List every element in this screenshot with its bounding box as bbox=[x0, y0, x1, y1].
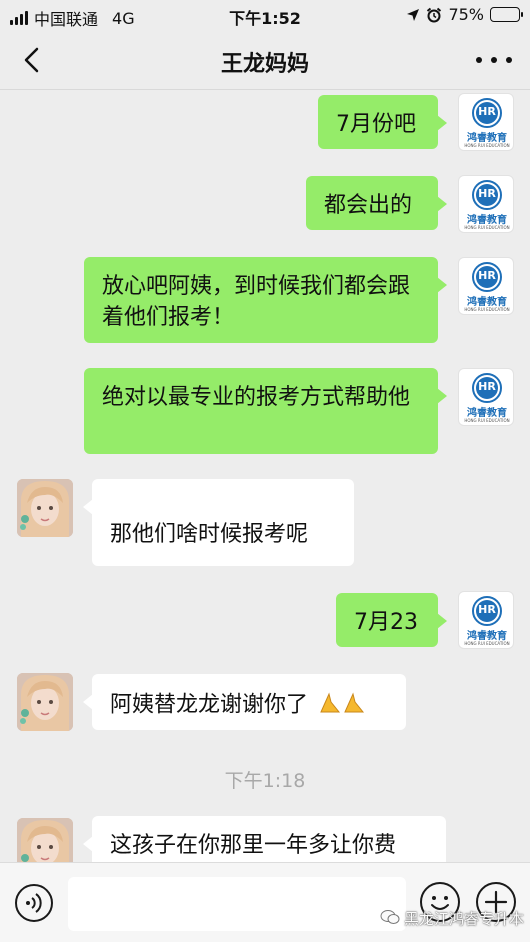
voice-icon[interactable] bbox=[15, 884, 53, 922]
message-text: 那他们啥时候报考呢 bbox=[110, 522, 309, 547]
message-bubble-incoming[interactable]: 阿姨替龙龙谢谢你了 bbox=[83, 674, 406, 730]
message-text: 放心吧阿姨，到时候我们都会跟着他们报考！ bbox=[102, 274, 411, 330]
message-bubble-outgoing[interactable]: 绝对以最专业的报考方式帮助他 bbox=[84, 368, 447, 454]
logo-text: 鸿睿教育 bbox=[467, 133, 507, 144]
logo-subtext: HONG RUI EDUCATION bbox=[464, 307, 510, 312]
folded-hands-icon bbox=[317, 688, 369, 723]
logo-badge: HR bbox=[478, 603, 496, 616]
message-input[interactable] bbox=[68, 877, 406, 931]
battery-icon bbox=[490, 7, 523, 22]
location-arrow-icon bbox=[407, 8, 420, 21]
message-bubble-outgoing[interactable]: 7月23 bbox=[336, 593, 447, 647]
logo-subtext: HONG RUI EDUCATION bbox=[464, 143, 510, 148]
message-text: 阿姨替龙龙谢谢你了 bbox=[110, 692, 309, 718]
message-bubble-outgoing[interactable]: 7月份吧 bbox=[318, 95, 447, 149]
logo-text: 鸿睿教育 bbox=[467, 297, 507, 308]
logo-badge: HR bbox=[478, 269, 496, 282]
input-bar bbox=[0, 862, 530, 942]
logo-subtext: HONG RUI EDUCATION bbox=[464, 641, 510, 646]
alarm-icon bbox=[427, 7, 442, 22]
nav-bar: 王龙妈妈 bbox=[0, 30, 530, 90]
my-avatar[interactable]: HR 鸿睿教育 HONG RUI EDUCATION bbox=[458, 257, 514, 315]
time-divider: 下午1:18 bbox=[224, 770, 306, 792]
message-bubble-outgoing[interactable]: 放心吧阿姨，到时候我们都会跟着他们报考！ bbox=[84, 257, 447, 343]
watermark: 黑龙江鸿睿专升本 bbox=[380, 908, 524, 929]
my-avatar[interactable]: HR 鸿睿教育 HONG RUI EDUCATION bbox=[458, 175, 514, 233]
wechat-icon bbox=[380, 909, 400, 929]
logo-badge: HR bbox=[478, 380, 496, 393]
message-text: 7月份吧 bbox=[336, 112, 416, 137]
logo-text: 鸿睿教育 bbox=[467, 215, 507, 226]
logo-text: 鸿睿教育 bbox=[467, 631, 507, 642]
logo-subtext: HONG RUI EDUCATION bbox=[464, 418, 510, 423]
logo-badge: HR bbox=[478, 187, 496, 200]
message-text: 7月23 bbox=[354, 610, 418, 635]
my-avatar[interactable]: HR 鸿睿教育 HONG RUI EDUCATION bbox=[458, 93, 514, 151]
message-text: 绝对以最专业的报考方式帮助他 bbox=[102, 385, 411, 410]
watermark-text: 黑龙江鸿睿专升本 bbox=[403, 910, 524, 928]
my-avatar[interactable]: HR 鸿睿教育 HONG RUI EDUCATION bbox=[458, 591, 514, 649]
chat-title: 王龙妈妈 bbox=[220, 52, 309, 77]
battery-percent: 75% bbox=[448, 5, 484, 24]
logo-text: 鸿睿教育 bbox=[467, 408, 507, 419]
status-bar: 中国联通 4G 下午1:52 75% bbox=[0, 0, 530, 30]
message-text: 都会出的 bbox=[324, 193, 413, 218]
my-avatar[interactable]: HR 鸿睿教育 HONG RUI EDUCATION bbox=[458, 368, 514, 426]
logo-badge: HR bbox=[478, 105, 496, 118]
message-bubble-incoming[interactable]: 那他们啥时候报考呢 bbox=[83, 479, 354, 566]
logo-subtext: HONG RUI EDUCATION bbox=[464, 225, 510, 230]
more-dots-icon[interactable] bbox=[476, 48, 512, 72]
status-right: 75% bbox=[406, 5, 523, 24]
message-text: 这孩子在你那里一年多让你费 bbox=[110, 833, 397, 858]
contact-avatar[interactable] bbox=[17, 673, 73, 731]
contact-avatar[interactable] bbox=[17, 479, 73, 537]
message-bubble-outgoing[interactable]: 都会出的 bbox=[306, 176, 447, 230]
